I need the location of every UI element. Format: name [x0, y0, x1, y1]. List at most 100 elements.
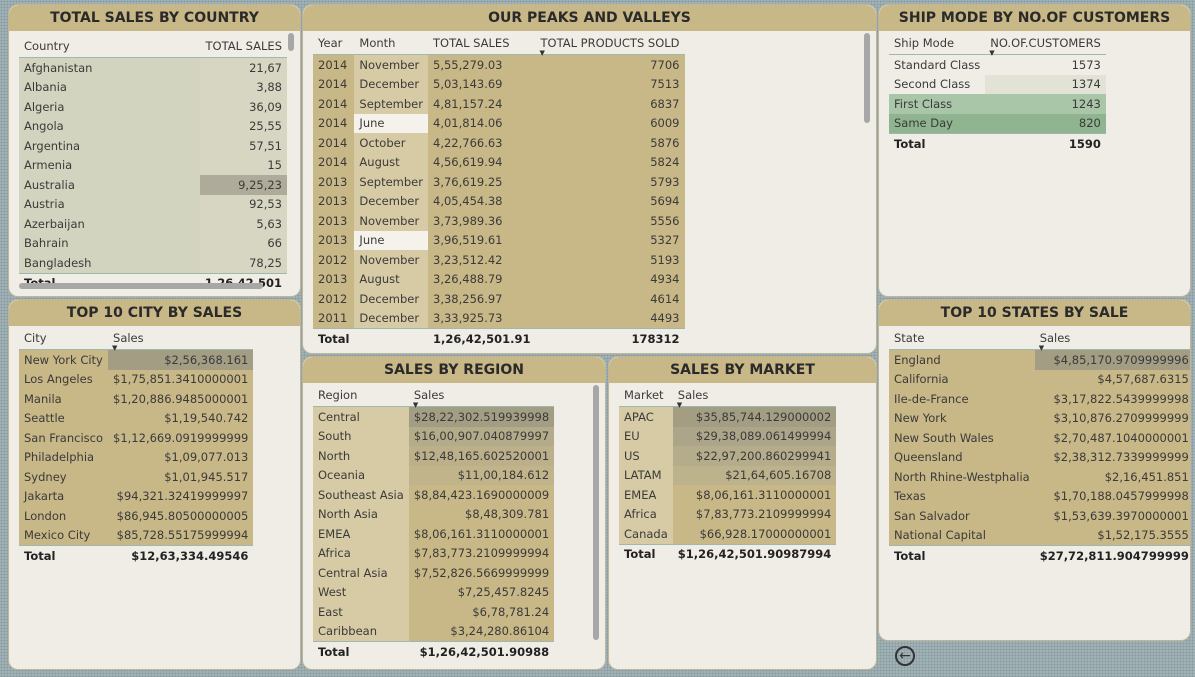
table-row[interactable]: North Asia $8,48,309.781: [313, 504, 555, 524]
table-row[interactable]: EMEA $8,06,161.3110000001: [619, 485, 837, 505]
col-sales[interactable]: Sales ▼: [672, 384, 837, 409]
table-cell: November: [354, 211, 428, 231]
table-row[interactable]: National Capital $1,52,175.3555: [889, 525, 1190, 546]
table-row[interactable]: Jakarta $94,321.32419999997: [19, 486, 254, 506]
table-row[interactable]: 2014 August 4,56,619.94 5824: [313, 152, 685, 172]
table-row[interactable]: Africa $7,83,773.2109999994: [619, 504, 837, 524]
table-row[interactable]: South $16,00,907.040879997: [313, 426, 555, 446]
col-sales[interactable]: Sales ▼: [1034, 327, 1190, 352]
table-row[interactable]: 2013 June 3,96,519.61 5327: [313, 230, 685, 250]
table-row[interactable]: Sydney $1,01,945.517: [19, 467, 254, 487]
table-row[interactable]: Philadelphia $1,09,077.013: [19, 447, 254, 467]
country-hscroll[interactable]: [19, 283, 263, 289]
table-row[interactable]: San Francisco $1,12,669.0919999999: [19, 428, 254, 448]
table-row[interactable]: New South Wales $2,70,487.1040000001: [889, 428, 1190, 448]
table-row[interactable]: 2013 December 4,05,454.38 5694: [313, 191, 685, 211]
col-sales[interactable]: Sales ▼: [408, 384, 555, 409]
table-row[interactable]: Albania 3,88: [19, 77, 287, 97]
table-row[interactable]: Manila $1,20,886.9485000001: [19, 389, 254, 409]
table-cell: 2013: [313, 172, 355, 192]
col-sales[interactable]: Sales ▼: [108, 327, 254, 352]
table-row[interactable]: Same Day 820: [889, 113, 1106, 134]
table-row[interactable]: 2012 November 3,23,512.42 5193: [313, 250, 685, 270]
table-cell: 2014: [313, 94, 355, 114]
table-row[interactable]: Canada $66,928.17000000001: [619, 524, 837, 544]
table-row[interactable]: England $4,85,170.9709999996: [889, 349, 1190, 370]
table-row[interactable]: West $7,25,457.8245: [313, 582, 555, 602]
table-row[interactable]: 2011 December 3,33,925.73 4493: [313, 308, 685, 329]
col-year[interactable]: Year: [313, 32, 355, 55]
table-row[interactable]: Southeast Asia $8,84,423.1690000009: [313, 485, 555, 505]
table-row[interactable]: Armenia 15: [19, 155, 287, 175]
table-row[interactable]: North Rhine-Westphalia $2,16,451.851: [889, 467, 1190, 487]
table-row[interactable]: Angola 25,55: [19, 116, 287, 136]
col-state[interactable]: State: [889, 327, 1035, 350]
table-cell: December: [354, 191, 428, 211]
table-row[interactable]: 2014 December 5,03,143.69 7513: [313, 74, 685, 94]
table-row[interactable]: First Class 1243: [889, 94, 1106, 114]
table-row[interactable]: US $22,97,200.860299941: [619, 446, 837, 466]
country-vscroll[interactable]: [288, 33, 294, 51]
table-row[interactable]: EU $29,38,089.061499994: [619, 426, 837, 446]
table-row[interactable]: Africa $7,83,773.2109999994: [313, 543, 555, 563]
table-row[interactable]: Oceania $11,00,184.612: [313, 465, 555, 485]
col-ship-mode[interactable]: Ship Mode: [889, 32, 986, 55]
table-row[interactable]: 2014 June 4,01,814.06 6009: [313, 113, 685, 133]
col-month[interactable]: Month: [354, 32, 428, 55]
table-row[interactable]: Bahrain 66: [19, 233, 287, 253]
table-row[interactable]: New York $3,10,876.2709999999: [889, 408, 1190, 428]
table-row[interactable]: Algeria 36,09: [19, 97, 287, 117]
ship-mode-table: Ship Mode NO.OF.CUSTOMERS ▼ Standard Clas…: [889, 32, 1106, 154]
col-total-sales[interactable]: TOTAL SALES: [428, 32, 536, 55]
arrow-left-circle-icon[interactable]: ←: [895, 646, 915, 666]
col-total-sales[interactable]: TOTAL SALES: [199, 35, 287, 58]
table-row[interactable]: Afghanistan 21,67: [19, 57, 287, 78]
table-row[interactable]: Queensland $2,38,312.7339999999: [889, 447, 1190, 467]
table-row[interactable]: East $6,78,781.24: [313, 602, 555, 622]
table-row[interactable]: Bangladesh 78,25: [19, 253, 287, 273]
table-row[interactable]: 2013 August 3,26,488.79 4934: [313, 269, 685, 289]
col-customers[interactable]: NO.OF.CUSTOMERS ▼: [985, 32, 1106, 57]
table-row[interactable]: Central Asia $7,52,826.5669999999: [313, 563, 555, 583]
table-row[interactable]: Mexico City $85,728.55175999994: [19, 525, 254, 546]
table-row[interactable]: EMEA $8,06,161.3110000001: [313, 524, 555, 544]
table-row[interactable]: Austria 92,53: [19, 194, 287, 214]
table-row[interactable]: 2014 November 5,55,279.03 7706: [313, 54, 685, 75]
table-row[interactable]: 2013 September 3,76,619.25 5793: [313, 172, 685, 192]
col-total-products-sold[interactable]: TOTAL PRODUCTS SOLD ▼: [535, 32, 685, 57]
peaks-vscroll[interactable]: [864, 33, 870, 123]
table-row[interactable]: Ile-de-France $3,17,822.5439999998: [889, 389, 1190, 409]
table-row[interactable]: 2013 November 3,73,989.36 5556: [313, 211, 685, 231]
table-row[interactable]: Seattle $1,19,540.742: [19, 408, 254, 428]
table-row[interactable]: San Salvador $1,53,639.3970000001: [889, 506, 1190, 526]
table-row[interactable]: Los Angeles $1,75,851.3410000001: [19, 369, 254, 389]
table-row[interactable]: Texas $1,70,188.0457999998: [889, 486, 1190, 506]
table-row[interactable]: New York City $2,56,368.161: [19, 349, 254, 370]
table-row[interactable]: Caribbean $3,24,280.86104: [313, 621, 555, 642]
table-row[interactable]: LATAM $21,64,605.16708: [619, 465, 837, 485]
table-row[interactable]: California $4,57,687.6315: [889, 369, 1190, 389]
table-row[interactable]: 2014 September 4,81,157.24 6837: [313, 94, 685, 114]
table-row[interactable]: Central $28,22,302.519939998: [313, 406, 555, 427]
table-row[interactable]: 2012 December 3,38,256.97 4614: [313, 289, 685, 309]
col-country[interactable]: Country: [19, 35, 200, 58]
table-row[interactable]: APAC $35,85,744.129000002: [619, 406, 837, 427]
region-vscroll[interactable]: [593, 385, 599, 640]
col-market[interactable]: Market: [619, 384, 673, 407]
table-row[interactable]: Argentina 57,51: [19, 136, 287, 156]
table-row[interactable]: London $86,945.80500000005: [19, 506, 254, 526]
table-row[interactable]: North $12,48,165.602520001: [313, 446, 555, 466]
table-row[interactable]: Second Class 1374: [889, 74, 1106, 94]
table-row[interactable]: Azerbaijan 5,63: [19, 214, 287, 234]
peaks-valleys-panel: OUR PEAKS AND VALLEYS Year Month TOTAL S…: [302, 4, 877, 354]
col-city[interactable]: City: [19, 327, 109, 350]
total-cell: Total: [889, 545, 1035, 566]
table-cell: 2012: [313, 289, 355, 309]
panel-title: SALES BY REGION: [303, 357, 605, 383]
table-row[interactable]: 2014 October 4,22,766.63 5876: [313, 133, 685, 153]
col-region[interactable]: Region: [313, 384, 409, 407]
ship-mode-panel: SHIP MODE BY NO.OF CUSTOMERS Ship Mode N…: [878, 4, 1191, 297]
table-row[interactable]: Standard Class 1573: [889, 54, 1106, 75]
market-table: Market Sales ▼ APAC $35,85,744.129000002 EU…: [619, 384, 837, 564]
table-row[interactable]: Australia 9,25,23: [19, 175, 287, 195]
